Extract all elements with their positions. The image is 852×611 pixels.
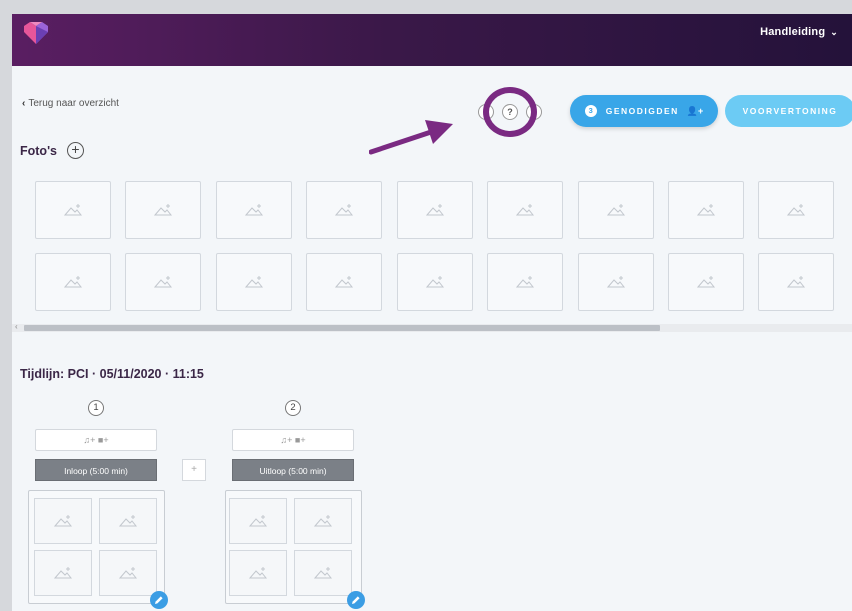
back-link[interactable]: ‹ Terug naar overzicht: [22, 98, 119, 109]
photo-slot[interactable]: [216, 253, 292, 311]
pencil-icon: [352, 596, 360, 604]
image-add-icon: [118, 567, 138, 579]
segment-photo-slot[interactable]: [34, 498, 92, 544]
image-add-icon: [248, 567, 268, 579]
add-media-button-1[interactable]: ♫+ ■+: [35, 429, 157, 451]
photo-slot[interactable]: [578, 181, 654, 239]
segment-photo-slot[interactable]: [99, 550, 157, 596]
image-add-icon: [606, 276, 626, 288]
add-segment-button[interactable]: +: [182, 459, 206, 481]
photo-slot[interactable]: [578, 253, 654, 311]
image-add-icon: [53, 515, 73, 527]
image-add-icon: [153, 276, 173, 288]
image-add-icon: [63, 204, 83, 216]
image-add-icon: [696, 204, 716, 216]
chevron-left-icon: ‹: [22, 98, 26, 109]
segment-label-2[interactable]: Uitloop (5:00 min): [232, 459, 354, 481]
photo-slot[interactable]: [487, 253, 563, 311]
photo-slot[interactable]: [397, 253, 473, 311]
photo-slot[interactable]: [306, 253, 382, 311]
chevron-down-icon: ⌄: [830, 27, 838, 37]
image-add-icon: [696, 276, 716, 288]
segment-label-1[interactable]: Inloop (5:00 min): [35, 459, 157, 481]
image-add-icon: [786, 276, 806, 288]
top-bar: Handleiding ⌄: [12, 14, 852, 66]
back-label: Terug naar overzicht: [28, 98, 119, 109]
image-add-icon: [313, 515, 333, 527]
guests-count-badge: 3: [584, 105, 597, 117]
preview-button[interactable]: VOORVERTONING: [725, 95, 852, 127]
segment-photo-slot[interactable]: [99, 498, 157, 544]
add-photo-button[interactable]: +: [67, 142, 84, 159]
guests-button[interactable]: 3 GENODIGDEN 👤+: [570, 95, 718, 127]
photo-slot[interactable]: [668, 181, 744, 239]
preview-label: VOORVERTONING: [742, 106, 838, 116]
photo-slot[interactable]: [758, 181, 834, 239]
image-add-icon: [153, 204, 173, 216]
image-add-icon: [425, 204, 445, 216]
photo-slot[interactable]: [306, 181, 382, 239]
segment-photo-slot[interactable]: [229, 550, 287, 596]
image-add-icon: [244, 276, 264, 288]
image-add-icon: [334, 204, 354, 216]
image-add-icon: [515, 204, 535, 216]
plus-icon: +: [71, 141, 80, 157]
image-add-icon: [118, 515, 138, 527]
photo-slot[interactable]: [125, 253, 201, 311]
edit-segment-button-1[interactable]: [150, 591, 168, 609]
segment-photo-slot[interactable]: [294, 550, 352, 596]
image-add-icon: [313, 567, 333, 579]
add-media-button-2[interactable]: ♫+ ■+: [232, 429, 354, 451]
photo-slot[interactable]: [35, 181, 111, 239]
image-add-icon: [606, 204, 626, 216]
scrollbar-thumb[interactable]: [24, 325, 660, 331]
photo-slot[interactable]: [487, 181, 563, 239]
image-add-icon: [515, 276, 535, 288]
photo-slot[interactable]: [125, 181, 201, 239]
user-plus-icon: 👤+: [686, 105, 704, 116]
image-add-icon: [786, 204, 806, 216]
photos-title: Foto's: [20, 144, 57, 158]
segment-photo-slot[interactable]: [294, 498, 352, 544]
segment-photo-slot[interactable]: [229, 498, 287, 544]
image-add-icon: [425, 276, 445, 288]
segment-number-1: 1: [88, 400, 104, 416]
image-add-icon: [334, 276, 354, 288]
scroll-left-arrow-icon[interactable]: ‹: [15, 322, 18, 331]
photo-slot[interactable]: [397, 181, 473, 239]
annotation-arrow-icon: [369, 120, 453, 155]
photo-slot[interactable]: [758, 253, 834, 311]
manual-label: Handleiding: [760, 26, 826, 38]
image-add-icon: [244, 204, 264, 216]
highlight-circle: [483, 87, 537, 137]
photo-slot[interactable]: [35, 253, 111, 311]
segment-number-2: 2: [285, 400, 301, 416]
app-window: Handleiding ⌄ ‹ Terug naar overzicht ? 3 G…: [12, 14, 852, 611]
timeline-title: Tijdlijn: PCI · 05/11/2020 · 11:15: [20, 367, 204, 381]
segment-photo-slot[interactable]: [34, 550, 92, 596]
guests-label: GENODIGDEN: [605, 106, 679, 116]
photo-slot[interactable]: [216, 181, 292, 239]
image-add-icon: [63, 276, 83, 288]
edit-segment-button-2[interactable]: [347, 591, 365, 609]
logo-icon: [24, 22, 48, 44]
pencil-icon: [155, 596, 163, 604]
photo-slot[interactable]: [668, 253, 744, 311]
manual-menu[interactable]: Handleiding ⌄: [760, 26, 838, 38]
image-add-icon: [248, 515, 268, 527]
image-add-icon: [53, 567, 73, 579]
